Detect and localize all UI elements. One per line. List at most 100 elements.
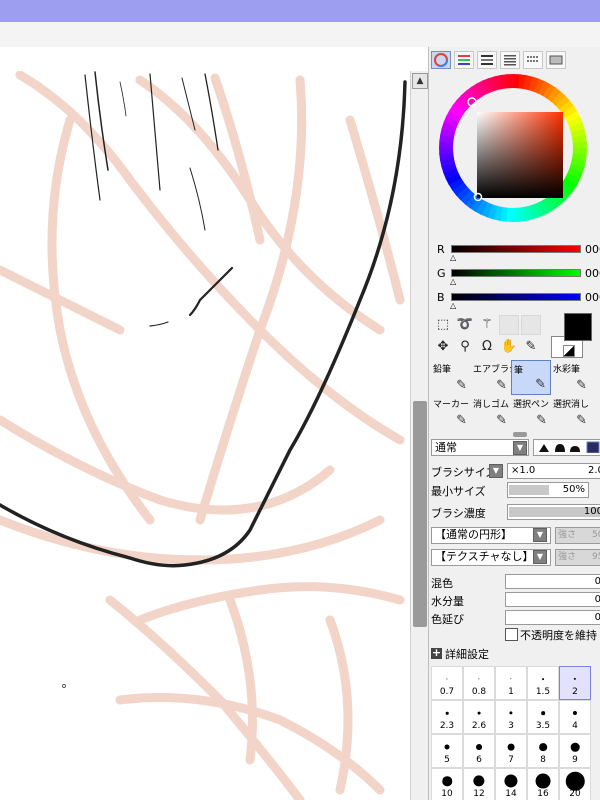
keep-opacity-checkbox[interactable] — [505, 628, 518, 641]
palette-list-tab[interactable] — [500, 51, 520, 69]
magic-wand-icon[interactable]: ⚚ — [477, 315, 497, 335]
brush-size-preset[interactable]: 14 — [495, 768, 527, 800]
brush-size-preset[interactable]: 20 — [559, 768, 591, 800]
brush-size-preset[interactable]: 7 — [495, 734, 527, 768]
scroll-thumb[interactable] — [413, 401, 427, 627]
brush-tip-shapes[interactable] — [533, 439, 600, 456]
rotate-icon[interactable]: Ω — [477, 337, 497, 357]
tool-group-cell[interactable]: 鉛筆 ✎ — [431, 360, 471, 395]
tool-group-cell[interactable]: 水彩筆 ✎ — [551, 360, 591, 395]
brush-size-dot — [446, 678, 448, 680]
dilution-value: 0 — [595, 594, 600, 605]
brush-size-preset[interactable]: 8 — [527, 734, 559, 768]
rgb-slider-tab[interactable] — [454, 51, 474, 69]
brush-size-preset[interactable]: 10 — [431, 768, 463, 800]
brush-size-field[interactable]: ×1.0 2.0 — [507, 463, 600, 479]
expand-plus-icon[interactable]: + — [431, 647, 442, 659]
move-icon[interactable]: ✥ — [433, 337, 453, 357]
lasso-icon[interactable]: ➰ — [455, 315, 475, 335]
canvas-vertical-scrollbar[interactable]: ▲ — [410, 71, 429, 800]
blend-value: 0 — [595, 576, 600, 587]
tool-group-cell[interactable]: マーカー ✎ — [431, 395, 471, 430]
persistence-slider[interactable]: 0 — [505, 610, 600, 625]
swatch-grid-tab[interactable] — [523, 51, 543, 69]
brush-size-preset[interactable]: 2.6 — [463, 700, 495, 734]
tool-group-label: 水彩筆 — [553, 365, 581, 375]
brush-size-dropdown-icon[interactable]: ▼ — [489, 464, 503, 478]
brush-size-preset[interactable]: 16 — [527, 768, 559, 800]
brush-size-value: 2.0 — [588, 465, 600, 476]
brush-size-label: 2 — [572, 687, 578, 697]
primary-color-swatch[interactable] — [564, 313, 592, 341]
r-slider[interactable] — [451, 245, 581, 253]
min-size-label: 最小サイズ — [431, 485, 486, 498]
select-pen-icon: ✎ — [536, 413, 547, 428]
brush-size-preset[interactable]: 2 — [559, 666, 591, 700]
brush-size-preset[interactable]: 12 — [463, 768, 495, 800]
hsv-slider-tab-icon — [481, 55, 493, 65]
color-wheel[interactable] — [437, 72, 589, 224]
scroll-up-button[interactable]: ▲ — [412, 73, 428, 89]
brush-size-label: 20 — [569, 789, 581, 799]
brush-size-dot — [442, 776, 452, 786]
brush-size-preset[interactable]: 5 — [431, 734, 463, 768]
brush-size-preset[interactable]: 4 — [559, 700, 591, 734]
brush-size-label: 1.5 — [535, 687, 551, 697]
panel-splitter-handle[interactable] — [513, 432, 527, 437]
brush-size-preset[interactable]: 1.5 — [527, 666, 559, 700]
brush-size-dot — [539, 743, 547, 751]
chevron-down-icon[interactable]: ▼ — [513, 441, 527, 455]
hue-segment[interactable] — [506, 74, 515, 89]
rect-select-icon[interactable]: ⬚ — [433, 315, 453, 335]
brush-density-slider[interactable]: 100 — [507, 504, 600, 520]
hsv-slider-tab[interactable] — [477, 51, 497, 69]
chevron-down-icon[interactable]: ▼ — [533, 528, 547, 542]
color-wheel-tab[interactable] — [431, 51, 451, 69]
tool-group-cell[interactable]: 選択ペン ✎ — [511, 395, 551, 430]
tool-group-cell[interactable]: 選択消し ✎ — [551, 395, 591, 430]
hand-icon[interactable]: ✋ — [499, 337, 519, 357]
brush-size-preset[interactable]: 2.3 — [431, 700, 463, 734]
color-wheel-tab-icon — [434, 53, 448, 67]
brush-texture-strength[interactable]: 強さ 95 — [555, 549, 600, 566]
brush-size-preset[interactable]: 1 — [495, 666, 527, 700]
zoom-icon[interactable]: ⚲ — [455, 337, 475, 357]
brush-shape-strength-value: 50 — [592, 530, 600, 540]
advanced-settings-label[interactable]: 詳細設定 — [445, 646, 489, 662]
blend-slider[interactable]: 0 — [505, 574, 600, 589]
b-slider-value: 000 — [585, 291, 600, 304]
brush-size-preset[interactable]: 0.7 — [431, 666, 463, 700]
min-size-slider[interactable]: 50% — [507, 482, 589, 498]
swap-colors-icon[interactable] — [563, 345, 575, 357]
drawing-canvas[interactable] — [0, 71, 410, 800]
tool-group-cell[interactable]: 消しゴム ✎ — [471, 395, 511, 430]
brush-size-preset[interactable]: 0.8 — [463, 666, 495, 700]
brush-size-preset[interactable]: 3 — [495, 700, 527, 734]
brush-size-preset[interactable]: 6 — [463, 734, 495, 768]
tool-group-cell[interactable]: 筆 ✎ — [511, 360, 551, 395]
brush-size-dot — [509, 711, 513, 715]
dilution-slider[interactable]: 0 — [505, 592, 600, 607]
blend-label: 混色 — [431, 577, 453, 590]
brush-size-preset[interactable]: 3.5 — [527, 700, 559, 734]
brush-size-label: 10 — [441, 789, 453, 799]
brush-size-preset[interactable]: 9 — [559, 734, 591, 768]
persistence-label: 色延び — [431, 613, 464, 626]
sketch-layer — [0, 71, 405, 800]
brush-tool-grid: 鉛筆 ✎ エアブラシ ✎ 筆 ✎ 水彩筆 ✎ マーカー ✎ 消しゴム ✎ 選択ペン ✎ 選択消し ✎ — [431, 360, 600, 430]
brush-shape-strength[interactable]: 強さ 50 — [555, 527, 600, 544]
airbrush-icon: ✎ — [496, 378, 507, 393]
g-slider[interactable] — [451, 269, 581, 277]
brush-size-label: 0.8 — [471, 687, 487, 697]
eyedropper-icon[interactable]: ✎ — [521, 337, 541, 357]
b-slider[interactable] — [451, 293, 581, 301]
brush-tip-shape-icons — [539, 441, 600, 454]
brush-texture-strength-label: 強さ — [558, 552, 577, 562]
tool-group-label: 消しゴム — [473, 400, 510, 410]
chevron-down-icon[interactable]: ▼ — [533, 550, 547, 564]
tool-group-cell[interactable]: エアブラシ ✎ — [471, 360, 518, 395]
g-slider-label: G — [437, 267, 446, 280]
scratchpad-tab[interactable] — [546, 51, 566, 69]
tool-group-label: マーカー — [433, 400, 470, 410]
swatch-grid-tab-icon — [527, 56, 538, 62]
